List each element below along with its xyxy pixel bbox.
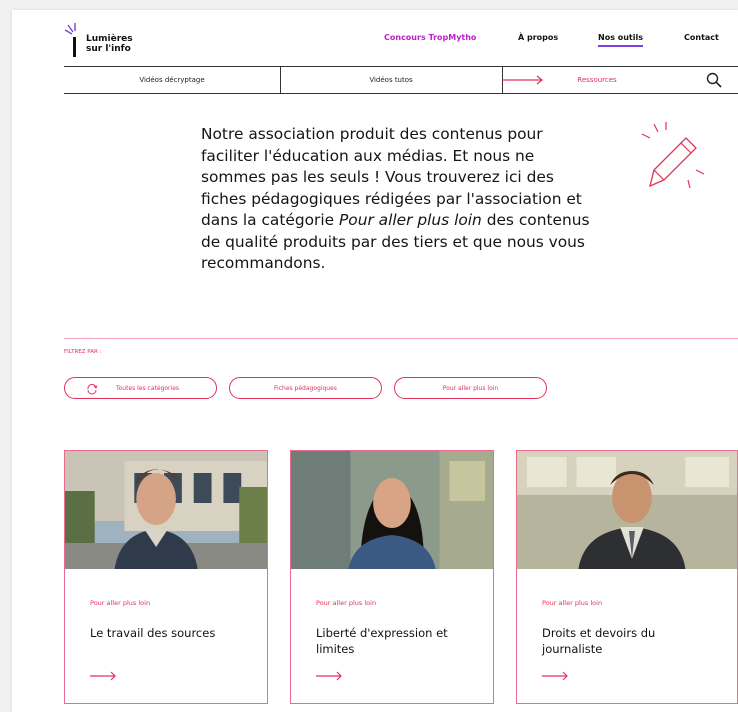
nav-contact-link[interactable]: Contact xyxy=(684,33,719,42)
sub-navigation: Vidéos décryptage Vidéos tutos Ressource… xyxy=(64,66,738,94)
arrow-right-icon[interactable] xyxy=(542,671,570,681)
logo-rays-icon xyxy=(64,23,76,57)
subnav-item-tutos[interactable]: Vidéos tutos xyxy=(280,67,503,93)
intro-text-emphasis: Pour aller plus loin xyxy=(339,211,482,229)
nav-contest-link[interactable]: Concours TropMytho xyxy=(384,33,476,42)
card-title[interactable]: Droits et devoirs du journaliste xyxy=(542,625,707,657)
card-image-woman-studio xyxy=(291,451,493,569)
card-image xyxy=(517,451,737,569)
card-title[interactable]: Liberté d'expression et limites xyxy=(316,625,481,657)
resource-card[interactable]: Pour aller plus loin Le travail des sour… xyxy=(64,450,268,704)
site-header: Lumières sur l'info Concours TropMytho À… xyxy=(12,10,738,66)
section-divider xyxy=(64,338,738,339)
subnav-item-decryptage[interactable]: Vidéos décryptage xyxy=(64,67,281,93)
arrow-right-icon[interactable] xyxy=(90,671,118,681)
subnav-item-ressources[interactable]: Ressources xyxy=(502,67,692,93)
pencil-icon xyxy=(641,122,705,189)
card-image xyxy=(291,451,493,569)
filter-chip-sheets[interactable]: Fiches pédagogiques xyxy=(229,377,382,399)
resource-card[interactable]: Pour aller plus loin Droits et devoirs d… xyxy=(516,450,738,704)
nav-about-link[interactable]: À propos xyxy=(518,33,558,42)
search-icon[interactable] xyxy=(706,72,722,88)
arrow-right-icon[interactable] xyxy=(316,671,344,681)
filter-chip-more[interactable]: Pour aller plus loin xyxy=(394,377,547,399)
filter-chip-more-label: Pour aller plus loin xyxy=(442,385,499,392)
page: Lumières sur l'info Concours TropMytho À… xyxy=(12,10,738,712)
card-image xyxy=(65,451,267,569)
logo-line-1: Lumières xyxy=(86,34,133,44)
filter-chip-all[interactable]: Toutes les catégories xyxy=(64,377,217,399)
filter-chip-all-label: Toutes les catégories xyxy=(115,385,180,392)
card-title[interactable]: Le travail des sources xyxy=(90,625,255,641)
card-category: Pour aller plus loin xyxy=(542,599,603,607)
filter-label: FILTREZ PAR : xyxy=(64,349,102,355)
card-category: Pour aller plus loin xyxy=(316,599,377,607)
site-logo[interactable]: Lumières sur l'info xyxy=(64,22,184,58)
filter-chip-sheets-label: Fiches pédagogiques xyxy=(274,385,337,392)
intro-paragraph: Notre association produit des contenus p… xyxy=(201,124,591,275)
card-category: Pour aller plus loin xyxy=(90,599,151,607)
logo-wordmark: Lumières sur l'info xyxy=(86,34,133,54)
card-image-man-office xyxy=(517,451,737,569)
refresh-icon xyxy=(87,384,98,395)
nav-tools-link[interactable]: Nos outils xyxy=(598,33,643,47)
logo-line-2: sur l'info xyxy=(86,44,131,54)
resource-card[interactable]: Pour aller plus loin Liberté d'expressio… xyxy=(290,450,494,704)
card-image-man-street xyxy=(65,451,267,569)
